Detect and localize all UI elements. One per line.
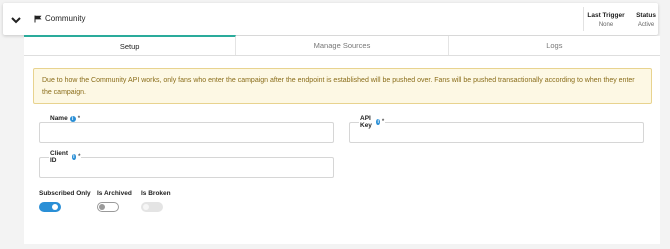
- api-key-label: API Key i *: [359, 115, 386, 129]
- is-broken-toggle: [141, 202, 163, 212]
- last-trigger: Last Trigger None: [587, 12, 625, 28]
- info-icon[interactable]: i: [376, 119, 380, 125]
- header-divider: [583, 7, 584, 31]
- endpoint-header: Community Last Trigger None Status Activ…: [3, 3, 658, 35]
- name-label-text: Name: [50, 115, 68, 122]
- setup-panel: Due to how the Community API works, only…: [24, 56, 660, 244]
- status-label: Status: [636, 12, 656, 19]
- tab-logs[interactable]: Logs: [449, 36, 660, 55]
- subscribed-only-label: Subscribed Only: [39, 190, 91, 197]
- last-trigger-value: None: [598, 22, 614, 28]
- chevron-down-icon[interactable]: [10, 14, 22, 26]
- toggle-knob: [52, 204, 58, 210]
- subscribed-only-toggle[interactable]: [39, 202, 61, 212]
- client-id-input[interactable]: [39, 157, 334, 178]
- notice-banner: Due to how the Community API works, only…: [33, 68, 652, 104]
- endpoint-title: Community: [34, 14, 85, 23]
- status-value: Active: [637, 22, 655, 28]
- client-id-label-text: Client ID: [50, 150, 69, 164]
- tab-setup[interactable]: Setup: [24, 35, 237, 55]
- is-archived-group: Is Archived: [97, 190, 132, 212]
- is-broken-label: Is Broken: [141, 190, 171, 197]
- client-id-label: Client ID i *: [49, 150, 82, 164]
- api-key-label-text: API Key: [360, 115, 372, 129]
- tab-manage-sources[interactable]: Manage Sources: [236, 36, 449, 55]
- status: Status Active: [633, 12, 659, 28]
- name-label: Name i *: [49, 115, 82, 122]
- is-archived-label: Is Archived: [97, 190, 132, 197]
- is-broken-group: Is Broken: [141, 190, 171, 212]
- toggle-knob: [143, 204, 149, 210]
- info-icon[interactable]: i: [71, 154, 77, 160]
- required-mark: *: [381, 119, 385, 125]
- toggle-knob: [99, 204, 105, 210]
- last-trigger-label: Last Trigger: [587, 12, 625, 19]
- flag-icon: [34, 15, 42, 22]
- required-mark: *: [78, 154, 81, 160]
- api-key-input[interactable]: [349, 122, 644, 143]
- subscribed-only-group: Subscribed Only: [39, 190, 91, 212]
- endpoint-name: Community: [45, 14, 86, 23]
- tab-bar: Setup Manage Sources Logs: [24, 35, 660, 56]
- is-archived-toggle[interactable]: [97, 202, 119, 212]
- name-input[interactable]: [39, 122, 334, 143]
- required-mark: *: [77, 115, 81, 122]
- info-icon[interactable]: i: [69, 115, 76, 122]
